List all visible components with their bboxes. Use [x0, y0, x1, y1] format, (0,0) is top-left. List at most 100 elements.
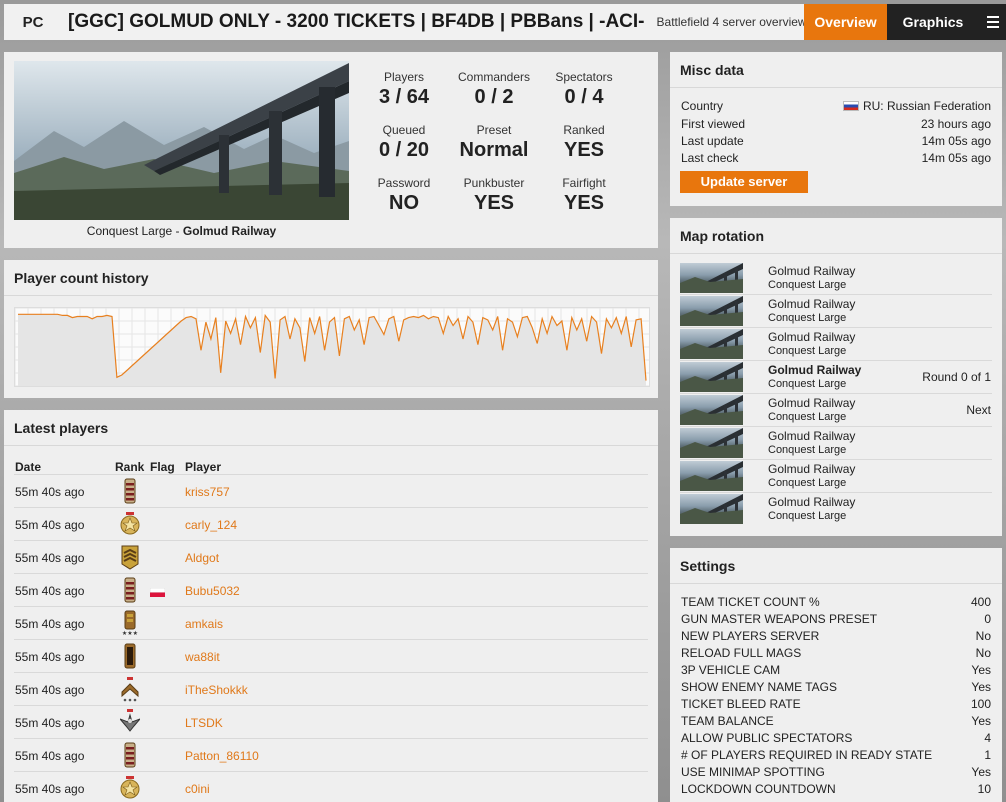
player-date: 55m 40s ago	[15, 650, 85, 664]
setting-row: GUN MASTER WEAPONS PRESET 0	[681, 612, 991, 629]
setting-value: 10	[977, 782, 991, 796]
stat-label: Fairfight	[562, 176, 606, 190]
stat-value: 0 / 20	[378, 139, 430, 161]
map-illustration	[14, 61, 349, 220]
rank-bars-icon	[120, 742, 140, 768]
setting-label: # OF PLAYERS REQUIRED IN READY STATE	[681, 748, 933, 762]
player-name-link[interactable]: Patton_86110	[185, 749, 259, 763]
rotation-row-current: Golmud Railway Conquest Large Round 0 of 1	[680, 361, 992, 394]
rotation-map-name: Golmud Railway	[768, 495, 856, 509]
map-thumbnail	[680, 329, 743, 359]
player-name-link[interactable]: Bubu5032	[185, 584, 240, 598]
rotation-row: Golmud Railway Conquest Large	[680, 328, 992, 361]
col-player: Player	[185, 460, 222, 474]
menu-button[interactable]	[979, 4, 1006, 40]
stat-value: YES	[563, 192, 605, 214]
misc-value: 23 hours ago	[920, 117, 991, 131]
rank-bars-icon	[120, 478, 140, 504]
players-table-body: 55m 40s ago kriss757 55m 40s ago carly_124 5…	[14, 474, 648, 802]
rotation-map-name: Golmud Railway	[768, 429, 856, 443]
setting-row: SHOW ENEMY NAME TAGS Yes	[681, 680, 991, 697]
player-name-link[interactable]: iTheShokkk	[185, 683, 248, 697]
player-flag-icon	[150, 652, 165, 661]
player-name-link[interactable]: Aldgot	[185, 551, 219, 565]
stat-ranked: Ranked YES	[539, 123, 629, 163]
setting-row: # OF PLAYERS REQUIRED IN READY STATE 1	[681, 748, 991, 765]
rotation-map-name: Golmud Railway	[768, 363, 862, 377]
rotation-map-name: Golmud Railway	[768, 396, 856, 410]
rotation-row: Golmud Railway Conquest Large Next	[680, 394, 992, 427]
player-flag-icon	[150, 520, 165, 529]
map-thumbnail-svg	[680, 296, 743, 326]
rotation-map-mode: Conquest Large	[768, 444, 847, 456]
stat-label: Ranked	[563, 123, 605, 137]
player-history-chart	[14, 307, 650, 387]
stat-players: Players 3 / 64	[359, 70, 449, 110]
player-date: 55m 40s ago	[15, 485, 85, 499]
player-name-link[interactable]: LTSDK	[185, 716, 223, 730]
rotation-map-mode: Conquest Large	[768, 411, 847, 423]
setting-row: TEAM TICKET COUNT % 400	[681, 595, 991, 612]
player-name-link[interactable]: wa88it	[185, 650, 220, 664]
stat-value: NO	[389, 192, 419, 214]
setting-label: RELOAD FULL MAGS	[681, 646, 802, 660]
player-name-link[interactable]: amkais	[185, 617, 223, 631]
player-flag-icon	[150, 685, 165, 694]
tab-graphics[interactable]: Graphics	[887, 4, 979, 40]
rotation-map-name: Golmud Railway	[768, 462, 856, 476]
rotation-map-name: Golmud Railway	[768, 297, 856, 311]
settings-list: TEAM TICKET COUNT % 400 GUN MASTER WEAPONS…	[681, 595, 991, 799]
map-thumbnail-svg	[680, 362, 743, 392]
misc-label: First viewed	[681, 117, 746, 131]
map-thumbnail	[680, 362, 743, 392]
map-rotation-panel: Map rotation Golmud Railway Conquest Larg…	[670, 218, 1002, 536]
player-flag-icon	[150, 718, 165, 727]
misc-row-first-viewed: First viewed 23 hours ago	[681, 117, 991, 133]
setting-label: 3P VEHICLE CAM	[681, 663, 781, 677]
player-date: 55m 40s ago	[15, 551, 85, 565]
stat-fairfight: Fairfight YES	[539, 176, 629, 216]
stat-preset: Preset Normal	[449, 123, 539, 163]
misc-data-panel: Misc data Country RU: Russian Federation…	[670, 52, 1002, 206]
setting-label: TEAM TICKET COUNT %	[681, 595, 820, 609]
update-server-button[interactable]: Update server	[680, 171, 808, 193]
player-name-link[interactable]: kriss757	[185, 485, 230, 499]
setting-row: 3P VEHICLE CAM Yes	[681, 663, 991, 680]
rank-chevron-icon	[120, 676, 140, 702]
russia-flag-icon	[842, 101, 859, 111]
setting-row: NEW PLAYERS SERVER No	[681, 629, 991, 646]
col-rank: Rank	[115, 460, 145, 474]
server-subtitle: Battlefield 4 server overview	[656, 15, 807, 29]
stat-label: Players	[383, 70, 424, 84]
player-row: 55m 40s ago wa88it	[14, 639, 648, 672]
stat-value: Normal	[459, 139, 529, 161]
map-thumbnail-svg	[680, 263, 743, 293]
player-date: 55m 40s ago	[15, 782, 85, 796]
panel-title: Map rotation	[670, 218, 1002, 254]
map-thumbnail-svg	[680, 329, 743, 359]
player-name-link[interactable]: c0ini	[185, 782, 210, 796]
setting-row: TICKET BLEED RATE 100	[681, 697, 991, 714]
rank-star-icon	[120, 775, 140, 801]
rank-bars-stars-icon: ★★★	[120, 610, 140, 637]
map-thumbnail-svg	[680, 395, 743, 425]
player-date: 55m 40s ago	[15, 683, 85, 697]
nav-tabs: Overview Graphics	[804, 4, 1006, 40]
player-date: 55m 40s ago	[15, 617, 85, 631]
setting-value: No	[975, 629, 991, 643]
tab-overview[interactable]: Overview	[804, 4, 887, 40]
stat-spectators: Spectators 0 / 4	[539, 70, 629, 110]
map-thumbnail	[680, 494, 743, 524]
col-flag: Flag	[150, 460, 175, 474]
rotation-map-mode: Conquest Large	[768, 378, 847, 390]
rotation-row: Golmud Railway Conquest Large	[680, 427, 992, 460]
player-row: 55m 40s ago LTSDK	[14, 705, 648, 738]
misc-row-country: Country RU: Russian Federation	[681, 99, 991, 115]
player-flag-icon	[150, 553, 165, 562]
map-caption: Conquest Large - Golmud Railway	[14, 224, 349, 238]
setting-value: 100	[970, 697, 991, 711]
misc-label: Last update	[681, 134, 744, 148]
map-thumbnail	[680, 428, 743, 458]
setting-value: Yes	[971, 680, 991, 694]
player-name-link[interactable]: carly_124	[185, 518, 237, 532]
